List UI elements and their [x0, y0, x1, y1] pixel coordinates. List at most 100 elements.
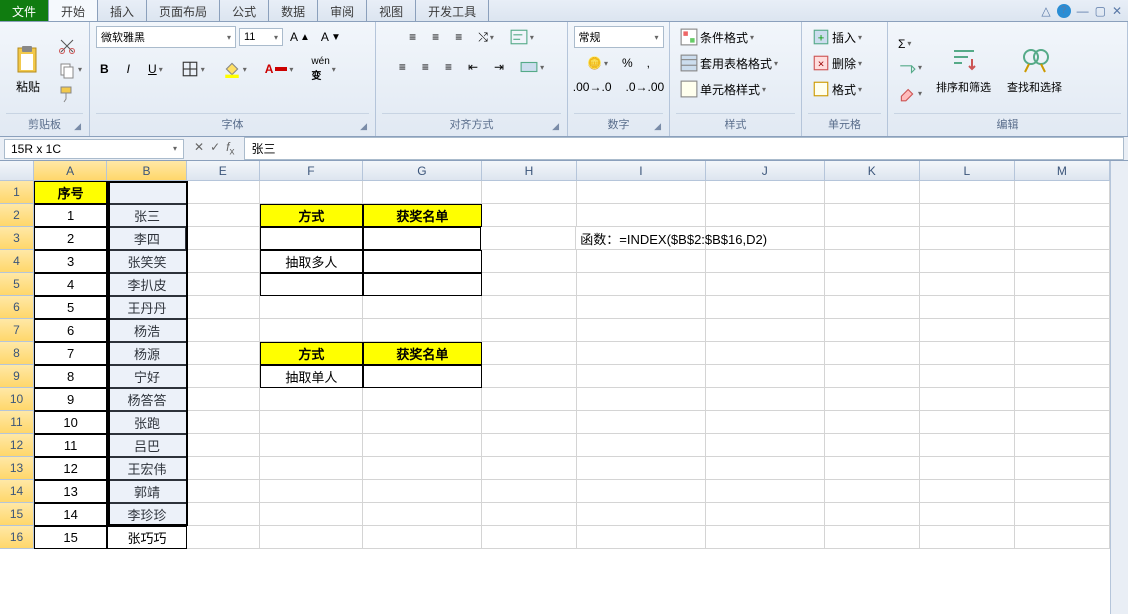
cell-G15[interactable] [363, 503, 482, 526]
row-header-13[interactable]: 13 [0, 457, 34, 480]
tab-layout[interactable]: 页面布局 [147, 0, 220, 21]
cell-style-button[interactable]: 单元格样式▾ [676, 78, 770, 100]
cell-F6[interactable] [260, 296, 363, 319]
cell-F15[interactable] [260, 503, 363, 526]
cell-G7[interactable] [363, 319, 482, 342]
cell-A9[interactable]: 8 [34, 365, 107, 388]
cell-J13[interactable] [706, 457, 825, 480]
fill-button[interactable]: ▾ [894, 57, 926, 79]
cell-I6[interactable] [577, 296, 706, 319]
tab-view[interactable]: 视图 [367, 0, 416, 21]
cell-H4[interactable] [482, 250, 577, 273]
format-painter-button[interactable] [54, 83, 86, 105]
cell-K5[interactable] [825, 273, 920, 296]
cell-A7[interactable]: 6 [34, 319, 107, 342]
col-header-E[interactable]: E [187, 161, 260, 181]
cell-J2[interactable] [706, 204, 825, 227]
cell-M9[interactable] [1015, 365, 1110, 388]
cell-G16[interactable] [363, 526, 482, 549]
cell-A16[interactable]: 15 [34, 526, 107, 549]
cell-F14[interactable] [260, 480, 363, 503]
cell-E11[interactable] [187, 411, 260, 434]
row-header-5[interactable]: 5 [0, 273, 34, 296]
help-icon[interactable]: ? [1057, 4, 1071, 18]
cell-I15[interactable] [577, 503, 706, 526]
decrease-indent-button[interactable]: ⇤ [464, 58, 482, 76]
cell-B13[interactable]: 王宏伟 [107, 457, 186, 480]
cell-G2[interactable]: 获奖名单 [363, 204, 482, 227]
cell-F4[interactable]: 抽取多人 [260, 250, 363, 273]
tab-file[interactable]: 文件 [0, 0, 49, 21]
sort-filter-button[interactable]: 排序和筛选 [930, 41, 997, 99]
cell-F16[interactable] [260, 526, 363, 549]
cell-G8[interactable]: 获奖名单 [363, 342, 482, 365]
cell-F12[interactable] [260, 434, 363, 457]
col-header-A[interactable]: A [34, 161, 107, 181]
row-header-2[interactable]: 2 [0, 204, 34, 227]
cell-L10[interactable] [920, 388, 1015, 411]
row-header-3[interactable]: 3 [0, 227, 34, 250]
restore-icon[interactable]: ▢ [1095, 4, 1106, 18]
tab-insert[interactable]: 插入 [98, 0, 147, 21]
insert-cells-button[interactable]: +插入▾ [808, 26, 866, 48]
copy-button[interactable]: ▾ [54, 59, 86, 81]
row-header-1[interactable]: 1 [0, 181, 34, 204]
row-header-7[interactable]: 7 [0, 319, 34, 342]
cell-I4[interactable] [577, 250, 706, 273]
cell-M14[interactable] [1015, 480, 1110, 503]
cell-M7[interactable] [1015, 319, 1110, 342]
cell-A5[interactable]: 4 [34, 273, 107, 296]
cell-B16[interactable]: 张巧巧 [107, 526, 186, 549]
cell-E7[interactable] [187, 319, 260, 342]
row-header-8[interactable]: 8 [0, 342, 34, 365]
autosum-button[interactable]: Σ▾ [894, 35, 926, 53]
cell-H12[interactable] [482, 434, 577, 457]
row-header-11[interactable]: 11 [0, 411, 34, 434]
cell-I8[interactable] [577, 342, 706, 365]
cell-J4[interactable] [706, 250, 825, 273]
cell-H7[interactable] [482, 319, 577, 342]
cell-F7[interactable] [260, 319, 363, 342]
cell-M4[interactable] [1015, 250, 1110, 273]
cell-A13[interactable]: 12 [34, 457, 107, 480]
cell-F8[interactable]: 方式 [260, 342, 363, 365]
font-color-button[interactable]: A▾ [261, 60, 298, 78]
accept-formula-icon[interactable]: ✓ [210, 140, 220, 157]
cell-F2[interactable]: 方式 [260, 204, 363, 227]
row-header-15[interactable]: 15 [0, 503, 34, 526]
cell-K3[interactable] [825, 227, 920, 250]
cell-G9[interactable] [363, 365, 482, 388]
align-bottom-button[interactable]: ≡ [451, 28, 466, 46]
align-middle-button[interactable]: ≡ [428, 28, 443, 46]
cell-B8[interactable]: 杨源 [107, 342, 186, 365]
cell-G6[interactable] [363, 296, 482, 319]
font-size-select[interactable]: 11▾ [239, 28, 283, 46]
cell-H14[interactable] [482, 480, 577, 503]
cell-K4[interactable] [825, 250, 920, 273]
cell-K12[interactable] [825, 434, 920, 457]
col-header-J[interactable]: J [706, 161, 825, 181]
border-button[interactable]: ▾ [177, 58, 209, 80]
phonetic-button[interactable]: wén变▾ [307, 54, 339, 84]
cell-G4[interactable] [363, 250, 482, 273]
cell-I16[interactable] [577, 526, 706, 549]
cell-E10[interactable] [187, 388, 260, 411]
cell-H3[interactable] [481, 227, 576, 250]
cell-I14[interactable] [577, 480, 706, 503]
align-right-button[interactable]: ≡ [441, 58, 456, 76]
cell-K1[interactable] [825, 181, 920, 204]
cell-M8[interactable] [1015, 342, 1110, 365]
cell-J7[interactable] [706, 319, 825, 342]
cell-J15[interactable] [706, 503, 825, 526]
cell-J3[interactable] [706, 227, 825, 250]
dialog-launcher-icon[interactable]: ◢ [360, 121, 367, 132]
fx-icon[interactable]: fx [226, 140, 234, 157]
cell-H9[interactable] [482, 365, 577, 388]
col-header-K[interactable]: K [825, 161, 920, 181]
tab-start[interactable]: 开始 [49, 0, 98, 21]
row-header-12[interactable]: 12 [0, 434, 34, 457]
col-header-B[interactable]: B [107, 161, 186, 181]
cell-A1[interactable]: 序号 [34, 181, 107, 204]
cell-H13[interactable] [482, 457, 577, 480]
cell-L8[interactable] [920, 342, 1015, 365]
